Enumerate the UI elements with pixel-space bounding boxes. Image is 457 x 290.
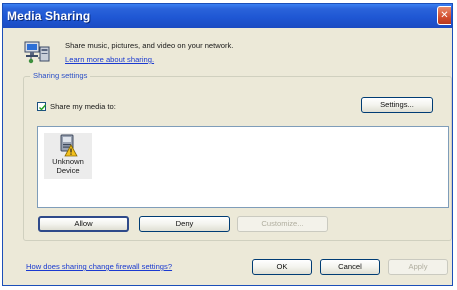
window-title: Media Sharing xyxy=(7,9,91,23)
header: Share music, pictures, and video on your… xyxy=(23,37,423,73)
allow-button[interactable]: Allow xyxy=(38,216,129,232)
apply-button[interactable]: Apply xyxy=(388,259,448,275)
share-media-checkbox[interactable] xyxy=(37,101,47,111)
share-media-label: Share my media to: xyxy=(50,101,116,111)
ok-button[interactable]: OK xyxy=(252,259,312,275)
media-sharing-dialog: Media Sharing ✕ Share music, pictures, a… xyxy=(2,3,453,286)
device-label-line1: Unknown xyxy=(52,157,84,166)
close-button[interactable]: ✕ xyxy=(437,6,451,25)
learn-more-link[interactable]: Learn more about sharing. xyxy=(65,55,154,64)
sharing-settings-label: Sharing settings xyxy=(30,71,91,80)
cancel-button[interactable]: Cancel xyxy=(320,259,380,275)
deny-button[interactable]: Deny xyxy=(139,216,230,232)
header-description: Share music, pictures, and video on your… xyxy=(65,41,234,50)
checkmark-icon xyxy=(39,104,47,111)
title-bar[interactable]: Media Sharing ✕ xyxy=(3,4,452,28)
sharing-settings-group: Sharing settings Share my media to: Sett… xyxy=(23,71,452,241)
customize-button[interactable]: Customize... xyxy=(237,216,328,232)
media-network-icon xyxy=(24,41,50,64)
list-item-unknown-device[interactable]: Unknown Device xyxy=(44,133,92,179)
share-media-row[interactable]: Share my media to: xyxy=(37,100,116,112)
unknown-device-warning-icon xyxy=(60,134,78,157)
firewall-settings-link[interactable]: How does sharing change firewall setting… xyxy=(26,262,172,271)
close-icon: ✕ xyxy=(440,10,449,21)
settings-button[interactable]: Settings... xyxy=(361,97,433,113)
device-label-line2: Device xyxy=(56,166,80,175)
device-list[interactable]: Unknown Device xyxy=(37,126,449,208)
